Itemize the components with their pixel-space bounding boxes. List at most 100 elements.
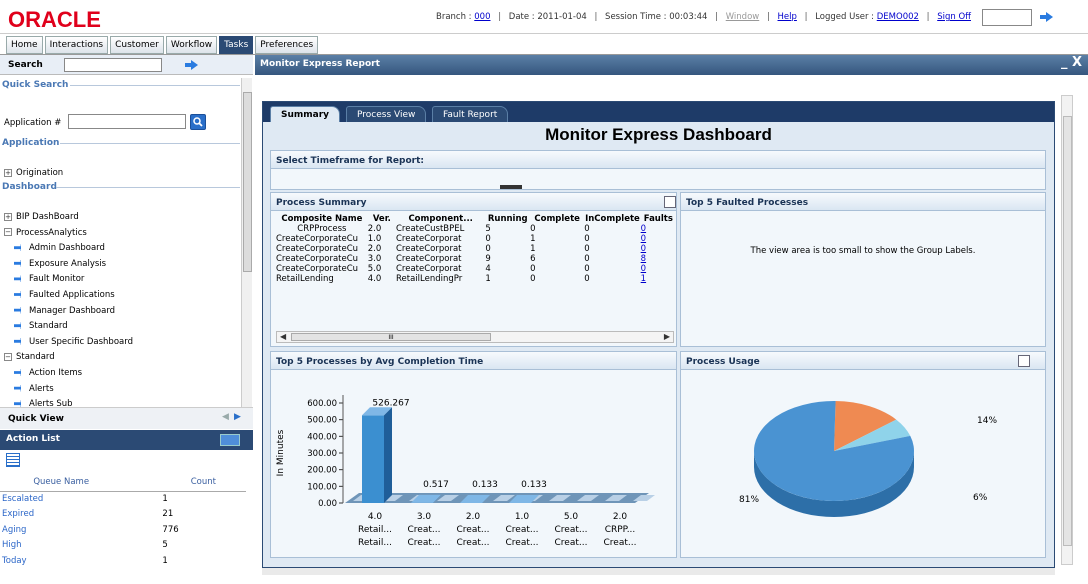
tree-label: Admin Dashboard: [29, 243, 105, 254]
column-header[interactable]: Ver.: [368, 214, 396, 224]
expand-icon[interactable]: +: [4, 212, 12, 221]
column-header[interactable]: Running: [485, 214, 530, 224]
expand-icon[interactable]: +: [4, 168, 12, 177]
prev-icon[interactable]: ◀: [222, 412, 229, 422]
col-queue-name[interactable]: Queue Name: [0, 473, 123, 492]
logged-user-link[interactable]: DEMO002: [877, 12, 919, 22]
date-text: Date : 2011-01-04: [508, 12, 587, 22]
tree-item[interactable]: User Specific Dashboard: [14, 337, 133, 347]
expand-panel-icon[interactable]: [1018, 355, 1030, 367]
left-scrollbar[interactable]: [241, 78, 252, 408]
sign-off-link[interactable]: Sign Off: [937, 12, 971, 22]
tree-item[interactable]: Fault Monitor: [14, 274, 84, 284]
tab-workflow[interactable]: Workflow: [165, 36, 218, 54]
scroll-right-icon[interactable]: ▶: [664, 332, 670, 341]
queue-name[interactable]: High: [0, 538, 122, 554]
tree-item[interactable]: Standard: [14, 321, 68, 331]
next-icon[interactable]: ▶: [234, 412, 241, 422]
faults-link[interactable]: 0: [641, 224, 674, 234]
tab-preferences[interactable]: Preferences: [255, 36, 319, 54]
tab-home[interactable]: Home: [6, 36, 43, 54]
queue-row[interactable]: Expired 21: [0, 507, 246, 523]
search-icon[interactable]: [190, 114, 206, 130]
col-count[interactable]: Count: [122, 473, 246, 492]
tab-customer[interactable]: Customer: [110, 36, 164, 54]
table-cell: 0: [584, 274, 590, 284]
faults-link[interactable]: 8: [641, 254, 674, 264]
scroll-thumb[interactable]: [243, 92, 252, 272]
faults-link[interactable]: 1: [641, 274, 674, 284]
tab-summary[interactable]: Summary: [270, 106, 341, 122]
tree-item-origination[interactable]: + Origination: [4, 168, 63, 178]
queue-name[interactable]: Today: [0, 553, 122, 569]
divider: [70, 85, 240, 86]
tab-process-view[interactable]: Process View: [346, 106, 427, 122]
tree-item[interactable]: Alerts: [14, 384, 54, 394]
top-search-input[interactable]: [982, 9, 1032, 26]
tab-interactions[interactable]: Interactions: [44, 36, 109, 54]
queue-name[interactable]: Escalated: [0, 491, 122, 507]
tree-item[interactable]: Admin Dashboard: [14, 243, 105, 253]
faults-link[interactable]: 0: [641, 244, 674, 254]
application-number-input[interactable]: [68, 114, 186, 129]
queue-count: 1: [162, 494, 168, 504]
report-vscroll[interactable]: [1061, 95, 1073, 565]
minimize-close-icon[interactable]: _ X: [1061, 55, 1082, 70]
collapse-icon[interactable]: −: [4, 228, 12, 237]
column-header[interactable]: Complete: [530, 214, 584, 224]
tree-item[interactable]: Faulted Applications: [14, 290, 115, 300]
branch-link[interactable]: 000: [474, 12, 490, 22]
faults-link[interactable]: 0: [641, 264, 674, 274]
quick-view-bar: Quick View ◀ ▶: [0, 407, 253, 429]
scroll-left-icon[interactable]: ◀: [280, 332, 286, 341]
go-arrow-icon[interactable]: [1040, 12, 1054, 22]
export-icon[interactable]: [664, 196, 676, 208]
table-cell: 6: [530, 254, 536, 264]
timeframe-label: Select Timeframe for Report:: [276, 156, 424, 166]
tree-item[interactable]: − ProcessAnalytics: [4, 228, 87, 238]
list-view-icon[interactable]: [6, 453, 20, 467]
tab-fault-report[interactable]: Fault Report: [432, 106, 509, 122]
column-header[interactable]: InComplete: [584, 214, 640, 224]
window-link[interactable]: Window: [726, 12, 760, 22]
queue-row[interactable]: Escalated 1: [0, 491, 246, 507]
scroll-thumb[interactable]: III: [291, 333, 491, 341]
table-row[interactable]: CreateCorporateCu 5.0 CreateCorporat 4 0 0 0: [276, 264, 674, 274]
tree-item[interactable]: Manager Dashboard: [14, 306, 115, 316]
search-go-icon[interactable]: [184, 60, 199, 70]
tree-item[interactable]: − Standard: [4, 352, 55, 362]
queue-row[interactable]: Today 1: [0, 553, 246, 569]
queue-count: 1: [162, 555, 168, 566]
queue-row[interactable]: Aging 776: [0, 522, 246, 538]
tree-item[interactable]: + BIP DashBoard: [4, 212, 79, 222]
help-link[interactable]: Help: [778, 12, 797, 22]
process-usage-title: Process Usage: [686, 357, 760, 367]
tree-item[interactable]: Exposure Analysis: [14, 259, 106, 269]
tree-item[interactable]: Action Items: [14, 368, 82, 378]
table-row[interactable]: CreateCorporateCu 1.0 CreateCorporat 0 1 0 0: [276, 234, 674, 244]
refresh-icon[interactable]: [220, 434, 240, 446]
table-row[interactable]: CreateCorporateCu 2.0 CreateCorporat 0 1 0 0: [276, 244, 674, 254]
x-tick-label: Creat...: [408, 538, 441, 548]
menu-search-input[interactable]: [64, 58, 162, 72]
y-tick-label: 600.00: [307, 399, 337, 409]
x-tick-label: 2.0: [466, 512, 481, 522]
table-row[interactable]: CRPProcess 2.0 CreateCustBPEL 5 0 0 0: [276, 224, 674, 234]
scroll-thumb[interactable]: [1063, 116, 1072, 546]
table-hscroll[interactable]: ◀ III ▶: [276, 331, 674, 343]
faulted-processes-title: Top 5 Faulted Processes: [686, 198, 809, 208]
column-header[interactable]: Composite Name: [276, 214, 368, 224]
table-row[interactable]: RetailLending 4.0 RetailLendingPr 1 0 0 1: [276, 274, 674, 284]
column-header[interactable]: Component...: [396, 214, 485, 224]
collapse-icon[interactable]: −: [4, 352, 12, 361]
queue-name[interactable]: Expired: [0, 507, 122, 523]
report-hscroll[interactable]: [262, 568, 1055, 575]
column-header[interactable]: Faults: [641, 214, 674, 224]
tab-tasks[interactable]: Tasks: [219, 36, 254, 54]
queue-row[interactable]: High 5: [0, 538, 246, 554]
timeframe-slider[interactable]: [500, 185, 522, 189]
table-row[interactable]: CreateCorporateCu 3.0 CreateCorporat 9 6 0 8: [276, 254, 674, 264]
faults-link[interactable]: 0: [641, 234, 674, 244]
bar[interactable]: [362, 415, 384, 503]
queue-name[interactable]: Aging: [0, 522, 122, 538]
